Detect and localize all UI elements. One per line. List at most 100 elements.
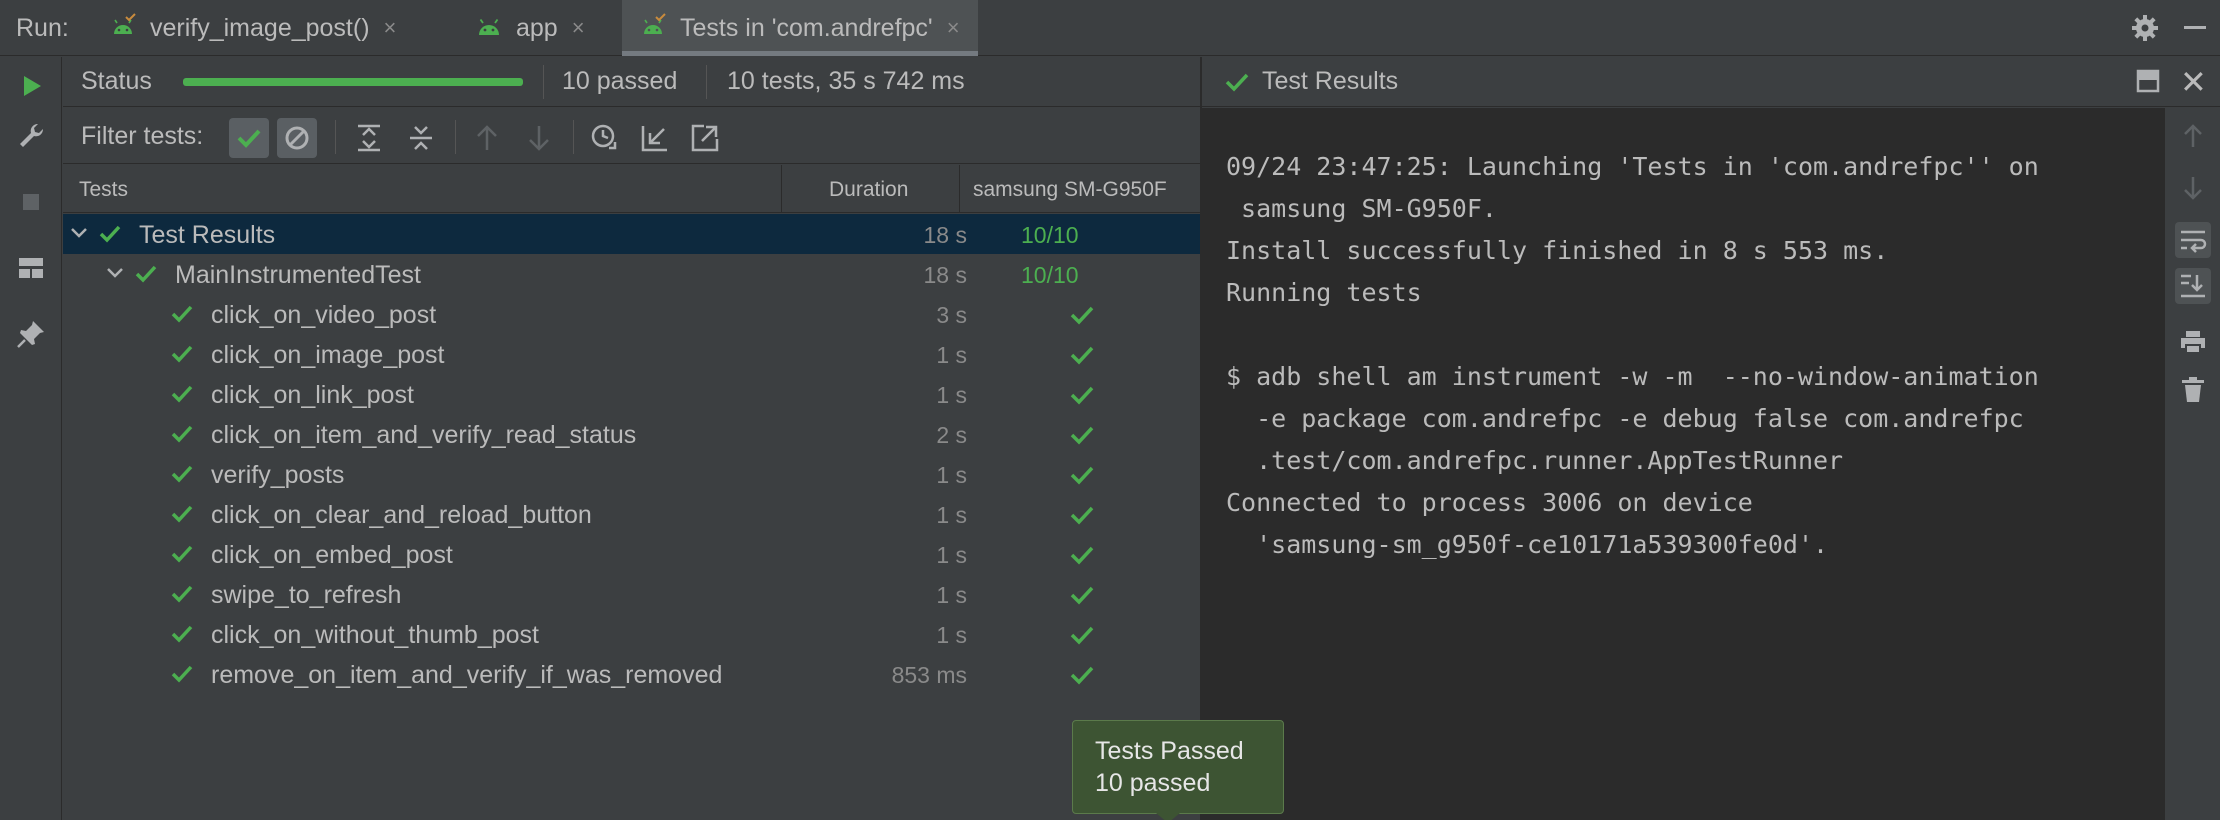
soft-wrap-icon[interactable]	[2175, 222, 2211, 258]
device-pass-icon	[1070, 666, 1094, 685]
divider	[455, 120, 456, 154]
test-history-icon[interactable]	[585, 118, 625, 158]
scroll-up-icon[interactable]	[2175, 118, 2211, 154]
tree-row-test[interactable]: remove_on_item_and_verify_if_was_removed…	[63, 654, 1200, 694]
chevron-down-icon[interactable]	[68, 222, 90, 244]
tab-app[interactable]: app ×	[474, 0, 585, 56]
tree-row-test[interactable]: verify_posts 1 s	[63, 454, 1200, 494]
test-name: remove_on_item_and_verify_if_was_removed	[211, 661, 723, 689]
test-duration: 1 s	[936, 342, 967, 368]
gear-icon[interactable]	[2130, 13, 2160, 43]
print-icon[interactable]	[2175, 324, 2211, 360]
tree-row-test-results[interactable]: Test Results 18 s 10/10	[63, 214, 1200, 254]
show-passed-icon[interactable]	[229, 118, 269, 158]
console-line: $ adb shell am instrument -w -m --no-win…	[1226, 362, 2039, 391]
tree-row-test[interactable]: click_on_item_and_verify_read_status 2 s	[63, 414, 1200, 454]
column-divider[interactable]	[781, 165, 782, 213]
test-name: verify_posts	[211, 461, 345, 489]
android-test-icon	[644, 13, 666, 34]
tree-node-duration: 18 s	[923, 262, 967, 288]
console-line: 09/24 23:47:25: Launching 'Tests in 'com…	[1226, 152, 2039, 181]
device-pass-icon	[1070, 586, 1094, 605]
test-results-header: Test Results ✕	[1202, 57, 2220, 107]
import-tests-icon[interactable]	[635, 118, 675, 158]
tree-row-test[interactable]: click_on_image_post 1 s	[63, 334, 1200, 374]
tests-passed-tooltip: Tests Passed 10 passed	[1072, 720, 1284, 814]
rerun-icon[interactable]	[14, 69, 48, 103]
check-icon	[171, 345, 193, 363]
tree-node-name: Test Results	[139, 221, 276, 249]
tree-row-test[interactable]: click_on_embed_post 1 s	[63, 534, 1200, 574]
close-tab-icon[interactable]: ×	[947, 15, 960, 41]
divider	[573, 120, 574, 154]
check-icon	[171, 545, 193, 563]
test-results-title: Test Results	[1262, 67, 1399, 95]
device-pass-icon	[1070, 306, 1094, 325]
run-left-toolbar	[0, 57, 62, 820]
tab-label: Tests in 'com.andrefpc'	[680, 13, 933, 42]
check-icon	[171, 665, 193, 683]
close-tab-icon[interactable]: ×	[384, 15, 397, 41]
check-icon	[1225, 73, 1249, 92]
scroll-to-end-icon[interactable]	[2175, 268, 2211, 304]
test-name: click_on_video_post	[211, 301, 437, 329]
wrench-icon[interactable]	[14, 119, 48, 153]
console-line: 'samsung-sm_g950f-ce10171a539300fe0d'.	[1226, 530, 1829, 559]
tooltip-title: Tests Passed	[1095, 737, 1244, 765]
android-test-icon	[114, 13, 136, 34]
test-duration: 3 s	[936, 302, 967, 328]
console-line: Connected to process 3006 on device	[1226, 488, 1753, 517]
tree-row-test[interactable]: click_on_clear_and_reload_button 1 s	[63, 494, 1200, 534]
expand-all-icon[interactable]	[349, 118, 389, 158]
device-pass-icon	[1070, 346, 1094, 365]
device-pass-icon	[1070, 506, 1094, 525]
scroll-down-icon[interactable]	[2175, 170, 2211, 206]
tree-row-test[interactable]: click_on_video_post 3 s	[63, 294, 1200, 334]
layout-icon[interactable]	[14, 251, 48, 285]
test-name: click_on_image_post	[211, 341, 445, 369]
check-icon	[171, 305, 193, 323]
console-toolbar	[2164, 108, 2220, 820]
pin-icon[interactable]	[14, 317, 48, 351]
tab-verify-image-post[interactable]: verify_image_post() ×	[108, 0, 396, 56]
column-header-device[interactable]: samsung SM-G950F	[973, 178, 1167, 202]
test-name: click_on_link_post	[211, 381, 414, 409]
test-duration: 1 s	[936, 502, 967, 528]
tree-row-test[interactable]: swipe_to_refresh 1 s	[63, 574, 1200, 614]
next-failed-icon[interactable]	[519, 118, 559, 158]
console-output[interactable]: 09/24 23:47:25: Launching 'Tests in 'com…	[1202, 108, 2164, 820]
test-name: swipe_to_refresh	[211, 581, 402, 609]
restore-layout-icon[interactable]	[2136, 69, 2160, 93]
export-tests-icon[interactable]	[685, 118, 725, 158]
test-duration: 1 s	[936, 622, 967, 648]
test-duration: 2 s	[936, 422, 967, 448]
test-name: click_on_embed_post	[211, 541, 453, 569]
close-tab-icon[interactable]: ×	[572, 15, 585, 41]
minimize-icon[interactable]	[2184, 26, 2206, 29]
column-header-duration[interactable]: Duration	[829, 178, 908, 202]
tree-node-result: 10/10	[1021, 262, 1079, 288]
check-icon	[171, 585, 193, 603]
column-header-tests[interactable]: Tests	[79, 178, 128, 202]
clear-icon[interactable]	[2175, 372, 2211, 408]
collapse-all-icon[interactable]	[401, 118, 441, 158]
tab-label: verify_image_post()	[150, 13, 370, 42]
console-line: Install successfully finished in 8 s 553…	[1226, 236, 1889, 265]
tab-tests-in-com-andrefpc[interactable]: Tests in 'com.andrefpc' ×	[622, 0, 978, 56]
close-icon[interactable]: ✕	[2180, 63, 2207, 101]
test-duration: 853 ms	[891, 662, 967, 688]
column-divider[interactable]	[959, 165, 960, 213]
show-ignored-icon[interactable]	[277, 118, 317, 158]
stop-icon[interactable]	[14, 185, 48, 219]
console-line: -e package com.andrefpc -e debug false c…	[1226, 404, 2024, 433]
tree-row-test[interactable]: click_on_link_post 1 s	[63, 374, 1200, 414]
check-icon	[171, 505, 193, 523]
test-duration: 1 s	[936, 382, 967, 408]
tree-row-main-instrumented-test[interactable]: MainInstrumentedTest 18 s 10/10	[63, 254, 1200, 294]
chevron-down-icon[interactable]	[104, 262, 126, 284]
tree-row-test[interactable]: click_on_without_thumb_post 1 s	[63, 614, 1200, 654]
check-icon	[171, 465, 193, 483]
run-label: Run:	[16, 14, 69, 42]
check-icon	[171, 625, 193, 643]
previous-failed-icon[interactable]	[467, 118, 507, 158]
